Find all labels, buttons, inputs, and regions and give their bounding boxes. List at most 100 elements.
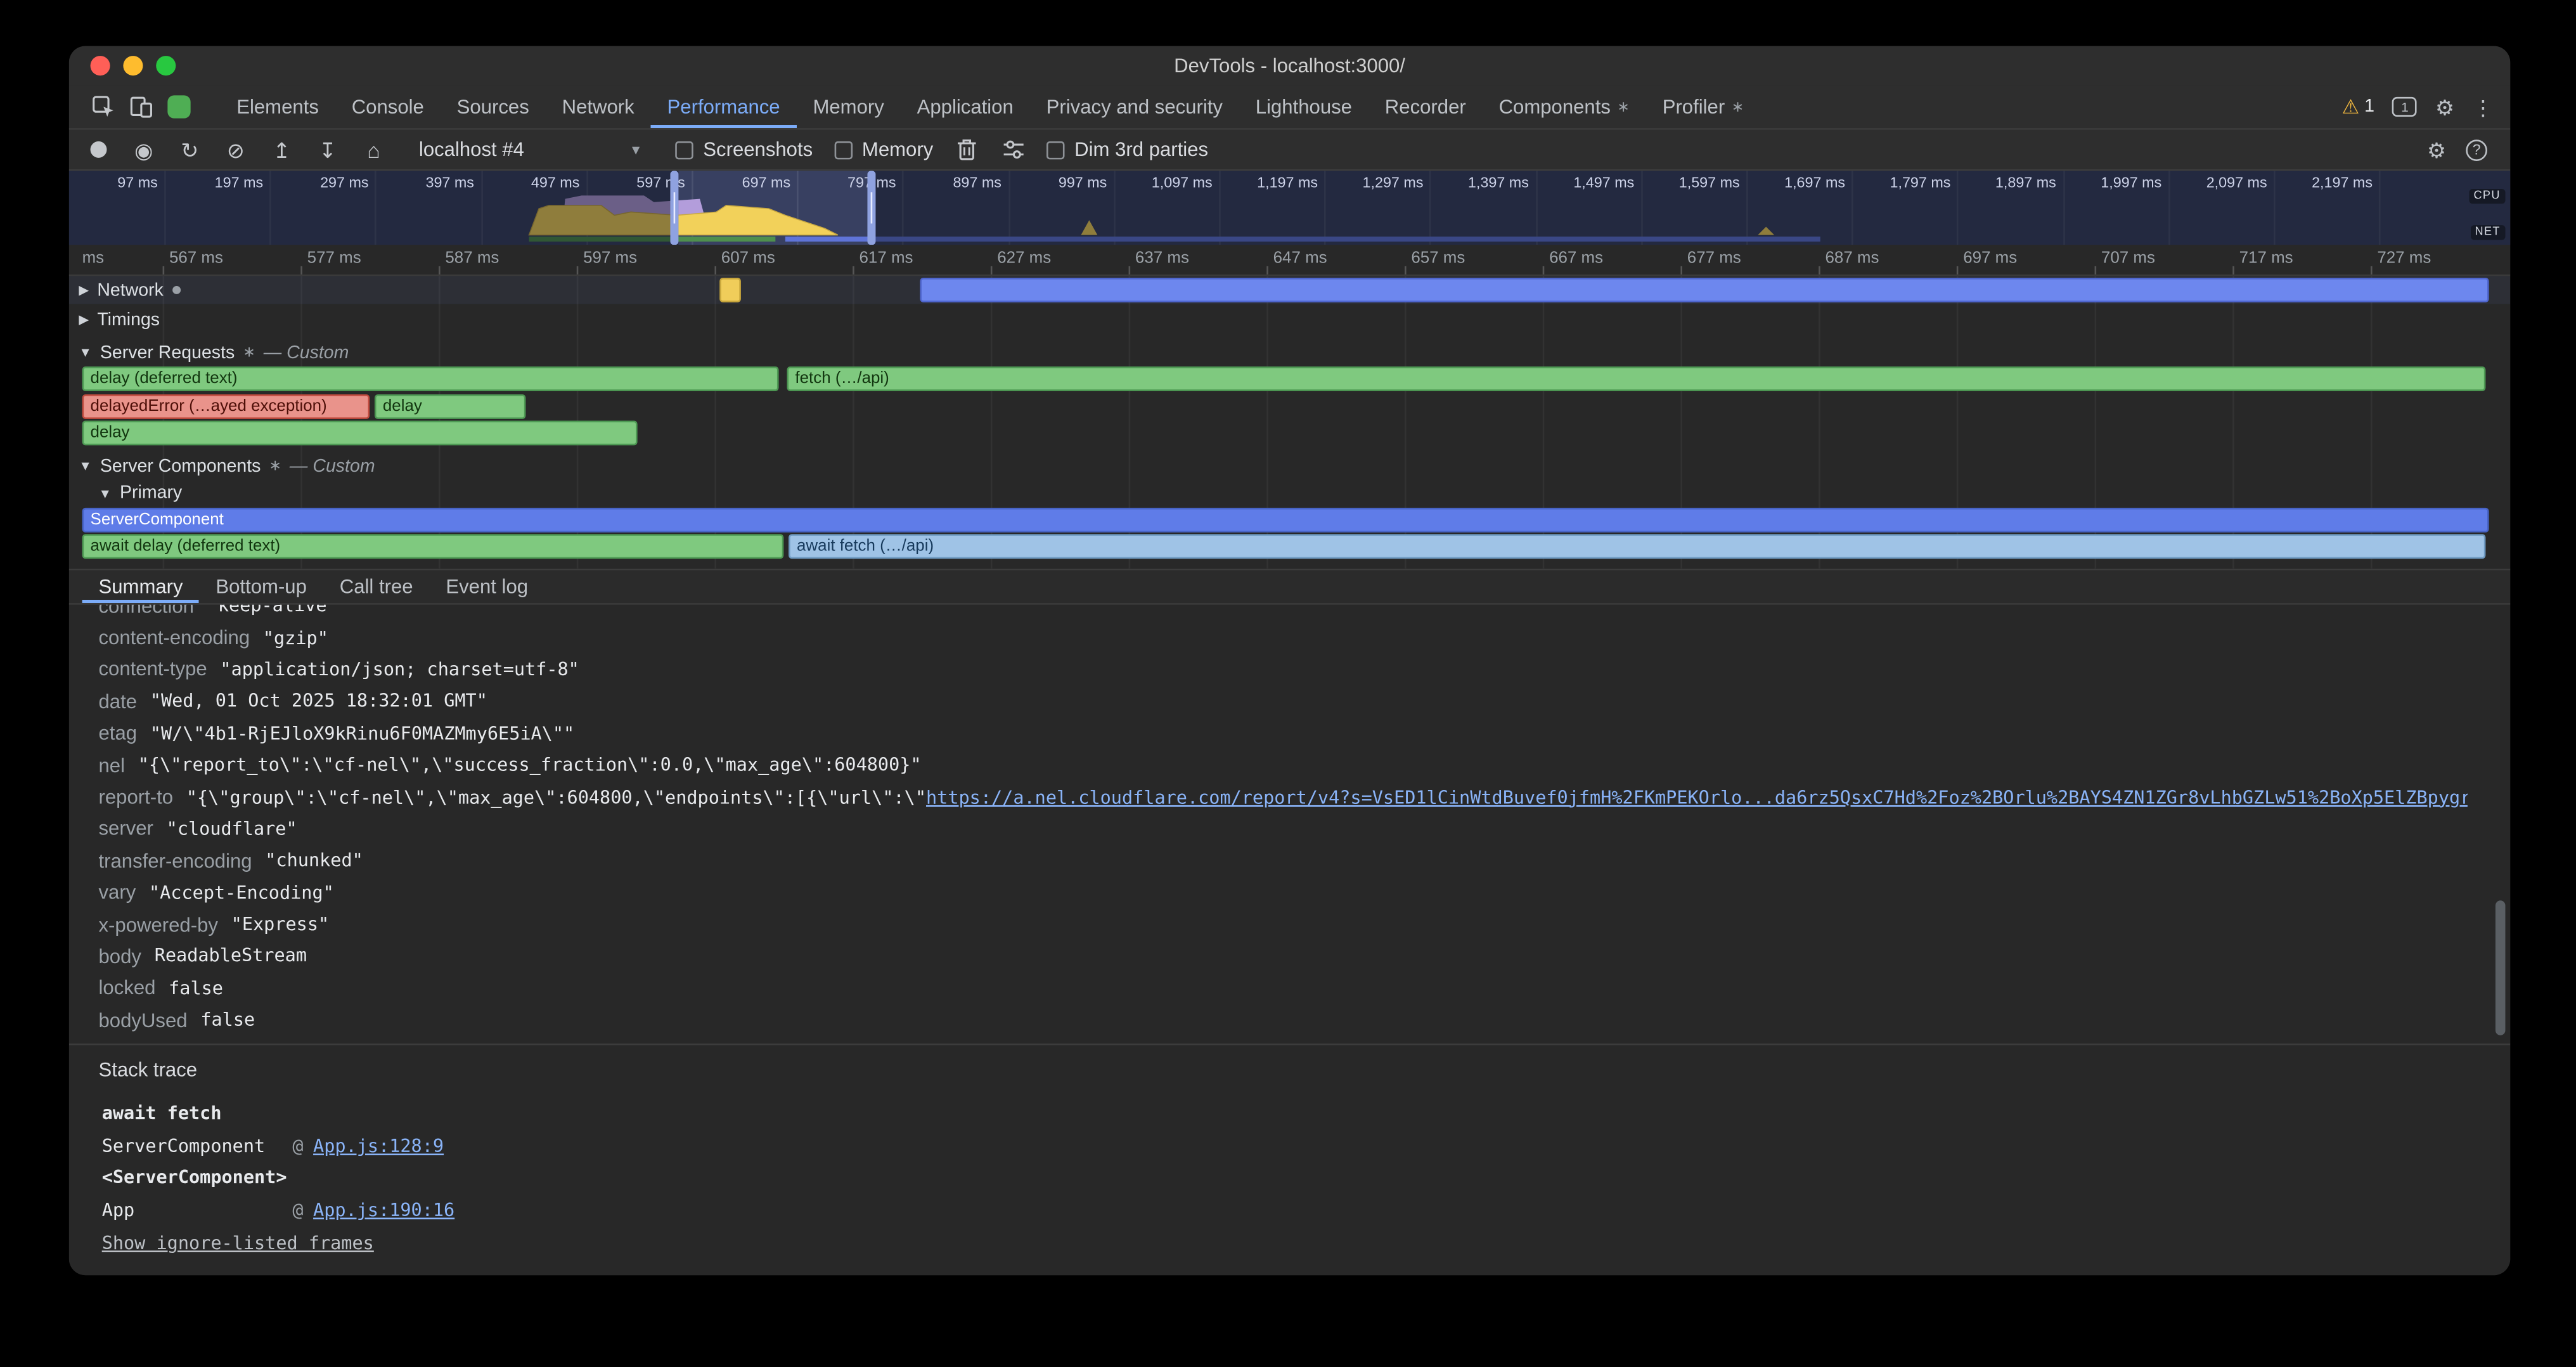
header-key: locked (99, 977, 156, 1000)
ruler-tick-label: 587 ms (445, 250, 499, 268)
header-row: content-encoding"gzip" (99, 622, 2468, 654)
extension-icon[interactable] (167, 95, 190, 118)
screenshots-checkbox[interactable]: Screenshots (675, 138, 813, 161)
ruler-tick-label: 697 ms (1963, 250, 2017, 268)
tab-lighthouse[interactable]: Lighthouse (1239, 86, 1368, 128)
ruler-tick-label: 567 ms (169, 250, 223, 268)
overview-tick-label: 97 ms (69, 174, 158, 191)
header-value-link[interactable]: https://a.nel.cloudflare.com/report/v4?s… (926, 786, 2468, 808)
close-window-button[interactable] (91, 56, 110, 75)
clear-button[interactable]: ⊘ (223, 139, 248, 160)
ruler-tick-mark (853, 266, 854, 275)
track-header-server-requests[interactable]: ▼ Server Requests ∗ — Custom (79, 340, 349, 365)
zoom-window-right-handle[interactable] (867, 171, 875, 245)
zoom-window-button[interactable] (156, 56, 176, 75)
track-handle-dot[interactable] (172, 286, 180, 294)
perf-event-await-fetch-api[interactable]: await fetch (…/api) (789, 534, 2485, 559)
profile-history-select[interactable]: localhost #4 ▼ (408, 134, 654, 165)
perf-event[interactable] (920, 278, 2489, 302)
record-button[interactable] (86, 141, 110, 158)
tab-elements[interactable]: Elements (220, 86, 335, 128)
stack-source-link[interactable]: App.js:128:9 (313, 1136, 444, 1157)
tab-performance[interactable]: Performance (651, 86, 797, 128)
stack-source-link[interactable]: App.js:190:16 (313, 1200, 454, 1221)
timeline-tracks[interactable]: ▶ Network ▶ Timings ▼ Server Requests ∗ … (69, 276, 2510, 568)
tab-application[interactable]: Application (901, 86, 1030, 128)
tab-label: Application (917, 95, 1014, 118)
zoom-window-left-handle[interactable] (670, 171, 678, 245)
details-tab-summary[interactable]: Summary (82, 570, 200, 603)
header-row: vary"Accept-Encoding" (99, 877, 2468, 909)
scrollbar-thumb[interactable] (2496, 900, 2506, 1035)
device-toolbar-icon[interactable] (130, 95, 153, 118)
ruler-tick-label: 717 ms (2239, 250, 2293, 268)
collapse-triangle-icon[interactable]: ▶ (79, 283, 89, 297)
overview-tick-label: 1,197 ms (1226, 174, 1318, 191)
stack-group-label: <ServerComponent> (102, 1167, 287, 1189)
tab-network[interactable]: Network (546, 86, 651, 128)
header-value: "{\"report_to\":\"cf-nel\",\"success_fra… (138, 755, 922, 776)
details-tab-call-tree[interactable]: Call tree (323, 570, 430, 603)
details-tab-event-log[interactable]: Event log (429, 570, 544, 603)
perf-event-delayederror-ayed-exception[interactable]: delayedError (…ayed exception) (82, 394, 370, 419)
overview-tick-label: 397 ms (382, 174, 474, 191)
traffic-lights (91, 56, 176, 75)
header-value-text: "cloudflare" (167, 819, 297, 840)
stack-trace-list: await fetchServerComponent@App.js:128:9<… (102, 1098, 455, 1259)
tab-profiler[interactable]: Profiler∗ (1646, 86, 1760, 128)
perf-event[interactable] (719, 278, 741, 302)
console-warnings-button[interactable]: ⚠ 1 (2341, 95, 2374, 118)
save-profile-button[interactable]: ↧ (316, 139, 340, 160)
tab-privacy-and-security[interactable]: Privacy and security (1030, 86, 1239, 128)
ruler-unit-label: ms (82, 250, 105, 268)
memory-checkbox[interactable]: Memory (834, 138, 933, 161)
reload-button[interactable]: ↻ (177, 139, 202, 160)
stack-row: Show ignore-listed frames (102, 1226, 455, 1259)
tab-label: Sources (457, 95, 529, 118)
header-value-text: "{\"report_to\":\"cf-nel\",\"success_fra… (138, 755, 922, 776)
memory-label: Memory (862, 138, 933, 161)
track-header-timings[interactable]: ▶ Timings (79, 308, 160, 332)
live-metrics-button[interactable]: ⌂ (361, 139, 386, 160)
load-profile-button[interactable]: ↥ (269, 139, 294, 160)
capture-settings-button[interactable] (1001, 138, 1026, 161)
minimize-window-button[interactable] (123, 56, 143, 75)
header-key: content-type (99, 658, 207, 681)
details-tab-bottom-up[interactable]: Bottom-up (199, 570, 323, 603)
header-row: etag"W/\"4b1-RjEJloX9kRinu6F0MAZMmy6E5iA… (99, 717, 2468, 749)
expand-triangle-icon[interactable]: ▼ (99, 486, 112, 500)
perf-event-await-delay-deferred-text[interactable]: await delay (deferred text) (82, 534, 784, 559)
perf-event-delay[interactable]: delay (375, 394, 525, 419)
expand-triangle-icon[interactable]: ▼ (79, 345, 92, 360)
collect-garbage-button[interactable] (955, 138, 979, 161)
ruler-tick-label: 707 ms (2101, 250, 2155, 268)
perf-event-delay-deferred-text[interactable]: delay (deferred text) (82, 366, 779, 391)
inspect-icon[interactable] (92, 95, 115, 118)
settings-gear-icon[interactable]: ⚙ (2435, 96, 2454, 118)
collapse-triangle-icon[interactable]: ▶ (79, 312, 89, 327)
dim-3rd-parties-checkbox[interactable]: Dim 3rd parties (1046, 138, 1208, 161)
stack-function-name: ServerComponent (102, 1136, 293, 1157)
overview-tick-label: 1,697 ms (1753, 174, 1845, 191)
perf-event-servercomponent[interactable]: ServerComponent (82, 508, 2489, 533)
tab-recorder[interactable]: Recorder (1368, 86, 1483, 128)
perf-event-fetch-api[interactable]: fetch (…/api) (787, 366, 2485, 391)
perf-event-delay[interactable]: delay (82, 421, 638, 446)
kebab-menu-icon[interactable]: ⋮ (2473, 96, 2494, 118)
tab-sources[interactable]: Sources (441, 86, 546, 128)
tab-components[interactable]: Components∗ (1483, 86, 1646, 128)
tab-console[interactable]: Console (335, 86, 441, 128)
record-reload-button[interactable]: ◉ (131, 139, 156, 160)
show-ignore-listed-link[interactable]: Show ignore-listed frames (102, 1232, 374, 1254)
expand-triangle-icon[interactable]: ▼ (79, 458, 92, 473)
settings-gear-icon[interactable]: ⚙ (2427, 139, 2446, 160)
track-header-network[interactable]: ▶ Network (79, 278, 179, 302)
tab-memory[interactable]: Memory (797, 86, 901, 128)
timeline-overview-minimap[interactable]: 97 ms197 ms297 ms397 ms497 ms597 ms697 m… (69, 171, 2510, 245)
console-messages-button[interactable]: 1 (2393, 97, 2418, 117)
track-header-primary[interactable]: ▼ Primary (99, 481, 183, 504)
overview-tick-label: 1,497 ms (1542, 174, 1634, 191)
titlebar[interactable]: DevTools - localhost:3000/ (69, 46, 2510, 86)
track-header-server-components[interactable]: ▼ Server Components ∗ — Custom (79, 453, 375, 478)
help-button[interactable]: ? (2466, 139, 2487, 160)
